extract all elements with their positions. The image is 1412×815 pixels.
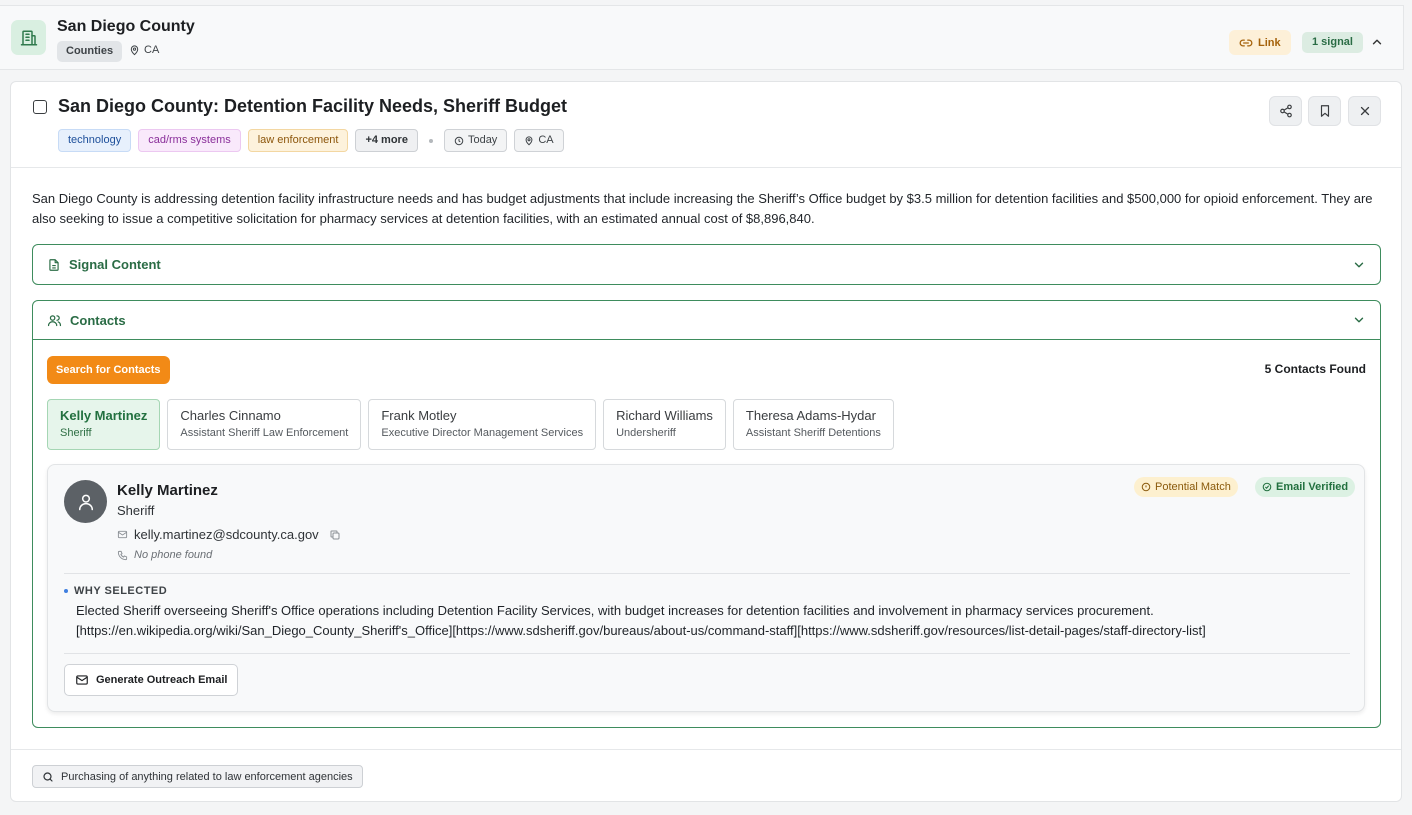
email-verified-text: Email Verified bbox=[1276, 481, 1349, 493]
search-query-text: Purchasing of anything related to law en… bbox=[61, 770, 353, 783]
location-chip: CA bbox=[514, 129, 564, 152]
date-chip: Today bbox=[443, 129, 508, 152]
county-location: CA bbox=[129, 44, 159, 56]
more-tags-button[interactable]: +4 more bbox=[355, 129, 418, 152]
location-text: CA bbox=[538, 134, 554, 146]
contact-tab-role: Assistant Sheriff Detentions bbox=[745, 427, 881, 439]
mail-icon bbox=[75, 673, 89, 687]
phone-icon bbox=[117, 550, 128, 561]
why-selected-label-text: WHY SELECTED bbox=[74, 585, 168, 597]
contact-email-row: kelly.martinez@sdcounty.ca.gov bbox=[117, 527, 341, 542]
contact-tabs: Kelly Martinez Sheriff Charles Cinnamo A… bbox=[47, 399, 894, 450]
search-icon bbox=[42, 771, 54, 783]
search-query-chip[interactable]: Purchasing of anything related to law en… bbox=[32, 765, 363, 788]
signal-title: San Diego County: Detention Facility Nee… bbox=[58, 96, 568, 116]
link-button-label: Link bbox=[1258, 36, 1281, 49]
bookmark-icon bbox=[1318, 104, 1332, 118]
county-location-text: CA bbox=[144, 44, 160, 56]
clock-icon bbox=[454, 136, 464, 146]
chevron-down-icon[interactable] bbox=[1352, 258, 1366, 272]
share-icon bbox=[1279, 104, 1293, 118]
contact-tab-name: Richard Williams bbox=[616, 408, 713, 423]
contact-role: Sheriff bbox=[117, 503, 155, 518]
bookmark-button[interactable] bbox=[1308, 96, 1341, 126]
contact-tab[interactable]: Charles Cinnamo Assistant Sheriff Law En… bbox=[167, 399, 362, 450]
contact-tab-name: Frank Motley bbox=[381, 408, 457, 423]
signal-card-header: San Diego County: Detention Facility Nee… bbox=[11, 82, 1401, 168]
potential-match-badge: Potential Match bbox=[1134, 477, 1238, 497]
signal-card-footer: Purchasing of anything related to law en… bbox=[11, 749, 1401, 801]
contact-tab-name: Theresa Adams-Hydar bbox=[745, 408, 876, 423]
tag-list: technology cad/rms systems law enforceme… bbox=[58, 129, 564, 152]
county-type-badge: Counties bbox=[57, 41, 123, 62]
potential-match-text: Potential Match bbox=[1155, 481, 1231, 493]
close-button[interactable] bbox=[1348, 96, 1381, 126]
link-icon bbox=[1239, 36, 1253, 50]
select-checkbox[interactable] bbox=[33, 100, 47, 114]
contacts-found-count: 5 Contacts Found bbox=[1264, 362, 1366, 376]
contact-tab[interactable]: Kelly Martinez Sheriff bbox=[47, 399, 161, 450]
bullet-dot bbox=[64, 589, 68, 593]
close-icon bbox=[1358, 104, 1372, 118]
email-verified-badge: Email Verified bbox=[1255, 477, 1356, 497]
contact-phone: No phone found bbox=[134, 549, 213, 561]
generate-outreach-email-button[interactable]: Generate Outreach Email bbox=[64, 664, 239, 696]
why-selected-text: Elected Sheriff overseeing Sheriff's Off… bbox=[76, 603, 1206, 638]
divider bbox=[64, 653, 1350, 654]
contact-tab-name: Kelly Martinez bbox=[60, 408, 148, 423]
tag-law-enforcement[interactable]: law enforcement bbox=[247, 129, 349, 152]
separator-dot bbox=[428, 138, 433, 143]
contact-phone-row: No phone found bbox=[117, 549, 212, 561]
contact-tab-role: Undersheriff bbox=[616, 427, 676, 439]
contact-detail-card: Kelly Martinez Sheriff kelly.martinez@sd… bbox=[47, 464, 1365, 712]
signal-content-header[interactable]: Signal Content bbox=[33, 245, 1380, 284]
mail-icon bbox=[117, 529, 128, 540]
map-pin-icon bbox=[524, 135, 534, 146]
contact-tab-name: Charles Cinnamo bbox=[180, 408, 281, 423]
document-icon bbox=[47, 258, 61, 272]
contact-tab[interactable]: Theresa Adams-Hydar Assistant Sheriff De… bbox=[732, 399, 894, 450]
divider bbox=[64, 573, 1350, 574]
chevron-up-icon[interactable] bbox=[1370, 35, 1384, 49]
contact-tab[interactable]: Richard Williams Undersheriff bbox=[603, 399, 726, 450]
search-contacts-button[interactable]: Search for Contacts bbox=[47, 356, 170, 384]
outreach-button-label: Generate Outreach Email bbox=[96, 674, 228, 686]
date-text: Today bbox=[467, 134, 498, 146]
copy-icon[interactable] bbox=[329, 529, 341, 541]
signal-summary: San Diego County is addressing detention… bbox=[32, 191, 1373, 226]
county-header[interactable]: San Diego County Counties CA Link 1 sign… bbox=[0, 5, 1404, 70]
avatar bbox=[64, 480, 107, 523]
users-icon bbox=[47, 313, 62, 328]
info-icon bbox=[1141, 482, 1151, 492]
contacts-header[interactable]: Contacts bbox=[33, 301, 1380, 340]
contact-tab[interactable]: Frank Motley Executive Director Manageme… bbox=[368, 399, 597, 450]
building-icon bbox=[11, 20, 46, 55]
contacts-title: Contacts bbox=[70, 312, 126, 328]
tag-technology[interactable]: technology bbox=[58, 129, 132, 152]
signal-content-title: Signal Content bbox=[69, 257, 161, 272]
signal-card: San Diego County: Detention Facility Nee… bbox=[10, 81, 1402, 802]
contact-name: Kelly Martinez bbox=[117, 482, 218, 499]
map-pin-icon bbox=[129, 44, 140, 56]
contact-tab-role: Assistant Sheriff Law Enforcement bbox=[180, 427, 349, 439]
chevron-down-icon[interactable] bbox=[1352, 313, 1366, 327]
check-circle-icon bbox=[1262, 482, 1272, 492]
why-selected-label: WHY SELECTED bbox=[64, 585, 167, 597]
contact-tab-role: Executive Director Management Services bbox=[381, 427, 584, 439]
signal-count-badge: 1 signal bbox=[1302, 32, 1363, 53]
tag-cad-rms[interactable]: cad/rms systems bbox=[138, 129, 241, 152]
share-button[interactable] bbox=[1269, 96, 1302, 126]
contacts-section: Contacts Search for Contacts 5 Contacts … bbox=[32, 300, 1381, 728]
link-button[interactable]: Link bbox=[1229, 30, 1291, 55]
contact-email[interactable]: kelly.martinez@sdcounty.ca.gov bbox=[134, 527, 319, 542]
contact-tab-role: Sheriff bbox=[60, 427, 92, 439]
county-name: San Diego County bbox=[57, 18, 195, 35]
signal-content-section[interactable]: Signal Content bbox=[32, 244, 1381, 285]
